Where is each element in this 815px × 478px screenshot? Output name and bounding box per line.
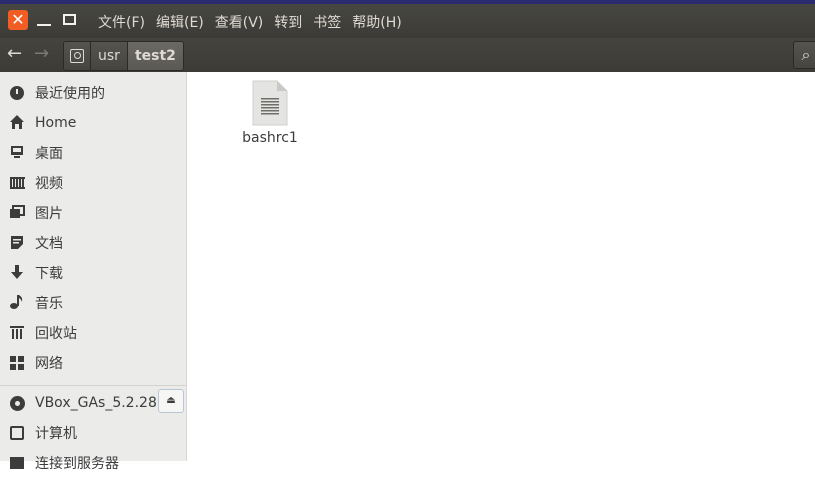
sidebar-item-label: VBox_GAs_5.2.28	[35, 395, 157, 411]
pictures-icon	[8, 204, 26, 222]
file-name: bashrc1	[242, 130, 298, 146]
search-icon: ⌕	[801, 45, 811, 64]
video-icon	[8, 174, 26, 192]
sidebar-item-connect-server[interactable]: 连接到服务器	[0, 448, 186, 478]
sidebar-item-label: 下载	[35, 266, 63, 282]
sidebar-item-label: 回收站	[35, 326, 77, 342]
sidebar-item-documents[interactable]: 文档	[0, 228, 186, 258]
sidebar-item-label: 计算机	[35, 426, 77, 442]
trash-icon	[8, 324, 26, 342]
sidebar-item-label: 文档	[35, 236, 63, 252]
sidebar-item-home[interactable]: Home	[0, 108, 186, 138]
recent-icon	[8, 84, 26, 102]
sidebar-item-label: 音乐	[35, 296, 63, 312]
menu-file[interactable]: 文件(F)	[98, 12, 145, 32]
breadcrumb: usr test2	[63, 41, 184, 71]
toolbar: ← → usr test2 ⌕	[0, 38, 815, 72]
menu-view[interactable]: 查看(V)	[215, 12, 264, 32]
menu-bookmarks[interactable]: 书签	[313, 12, 341, 32]
search-button[interactable]: ⌕	[793, 41, 815, 69]
breadcrumb-root-button[interactable]	[64, 42, 91, 70]
documents-icon	[8, 234, 26, 252]
breadcrumb-test2[interactable]: test2	[127, 42, 183, 70]
server-icon	[8, 454, 26, 472]
computer-icon	[8, 424, 26, 442]
menu-help[interactable]: 帮助(H)	[352, 12, 401, 32]
music-icon	[8, 294, 26, 312]
minimize-window-button[interactable]	[34, 10, 54, 30]
sidebar-item-label: 最近使用的	[35, 86, 105, 102]
sidebar-item-pictures[interactable]: 图片	[0, 198, 186, 228]
sidebar-item-label: 连接到服务器	[35, 456, 119, 472]
network-icon	[8, 354, 26, 372]
optical-disc-icon	[8, 394, 26, 412]
menu-bar: ✕ 文件(F) 编辑(E) 查看(V) 转到 书签 帮助(H)	[0, 0, 815, 38]
sidebar-item-label: 图片	[35, 206, 63, 222]
sidebar-item-label: Home	[35, 115, 77, 131]
sidebar-item-label: 网络	[35, 356, 63, 372]
sidebar-item-desktop[interactable]: 桌面	[0, 138, 186, 168]
home-icon	[8, 114, 26, 132]
eject-button[interactable]: ⏏	[158, 389, 184, 413]
sidebar-item-videos[interactable]: 视频	[0, 168, 186, 198]
sidebar-item-downloads[interactable]: 下载	[0, 258, 186, 288]
sidebar-item-computer[interactable]: 计算机	[0, 418, 186, 448]
maximize-window-button[interactable]	[60, 10, 80, 30]
breadcrumb-usr[interactable]: usr	[91, 42, 128, 70]
sidebar-item-network[interactable]: 网络	[0, 348, 186, 378]
sidebar-divider	[0, 385, 186, 386]
back-button[interactable]: ←	[7, 44, 22, 64]
eject-icon: ⏏	[166, 395, 176, 406]
sidebar-item-label: 视频	[35, 176, 63, 192]
sidebar-item-recent[interactable]: 最近使用的	[0, 78, 186, 108]
file-view[interactable]: bashrc1	[188, 72, 815, 461]
file-item[interactable]: bashrc1	[240, 80, 300, 146]
close-window-button[interactable]: ✕	[8, 10, 28, 30]
menu-go[interactable]: 转到	[274, 12, 302, 32]
main-menu: 文件(F) 编辑(E) 查看(V) 转到 书签 帮助(H)	[98, 12, 413, 32]
sidebar-item-music[interactable]: 音乐	[0, 288, 186, 318]
sidebar-item-label: 桌面	[35, 146, 63, 162]
sidebar-item-trash[interactable]: 回收站	[0, 318, 186, 348]
hard-disk-icon	[70, 49, 84, 63]
text-file-icon	[252, 80, 288, 126]
download-icon	[8, 264, 26, 282]
forward-button[interactable]: →	[34, 44, 49, 64]
sidebar: 最近使用的 Home 桌面 视频 图片 文档 下载 音乐 回收站 网络 VBox…	[0, 72, 187, 472]
menu-edit[interactable]: 编辑(E)	[156, 12, 204, 32]
desktop-icon	[8, 144, 26, 162]
